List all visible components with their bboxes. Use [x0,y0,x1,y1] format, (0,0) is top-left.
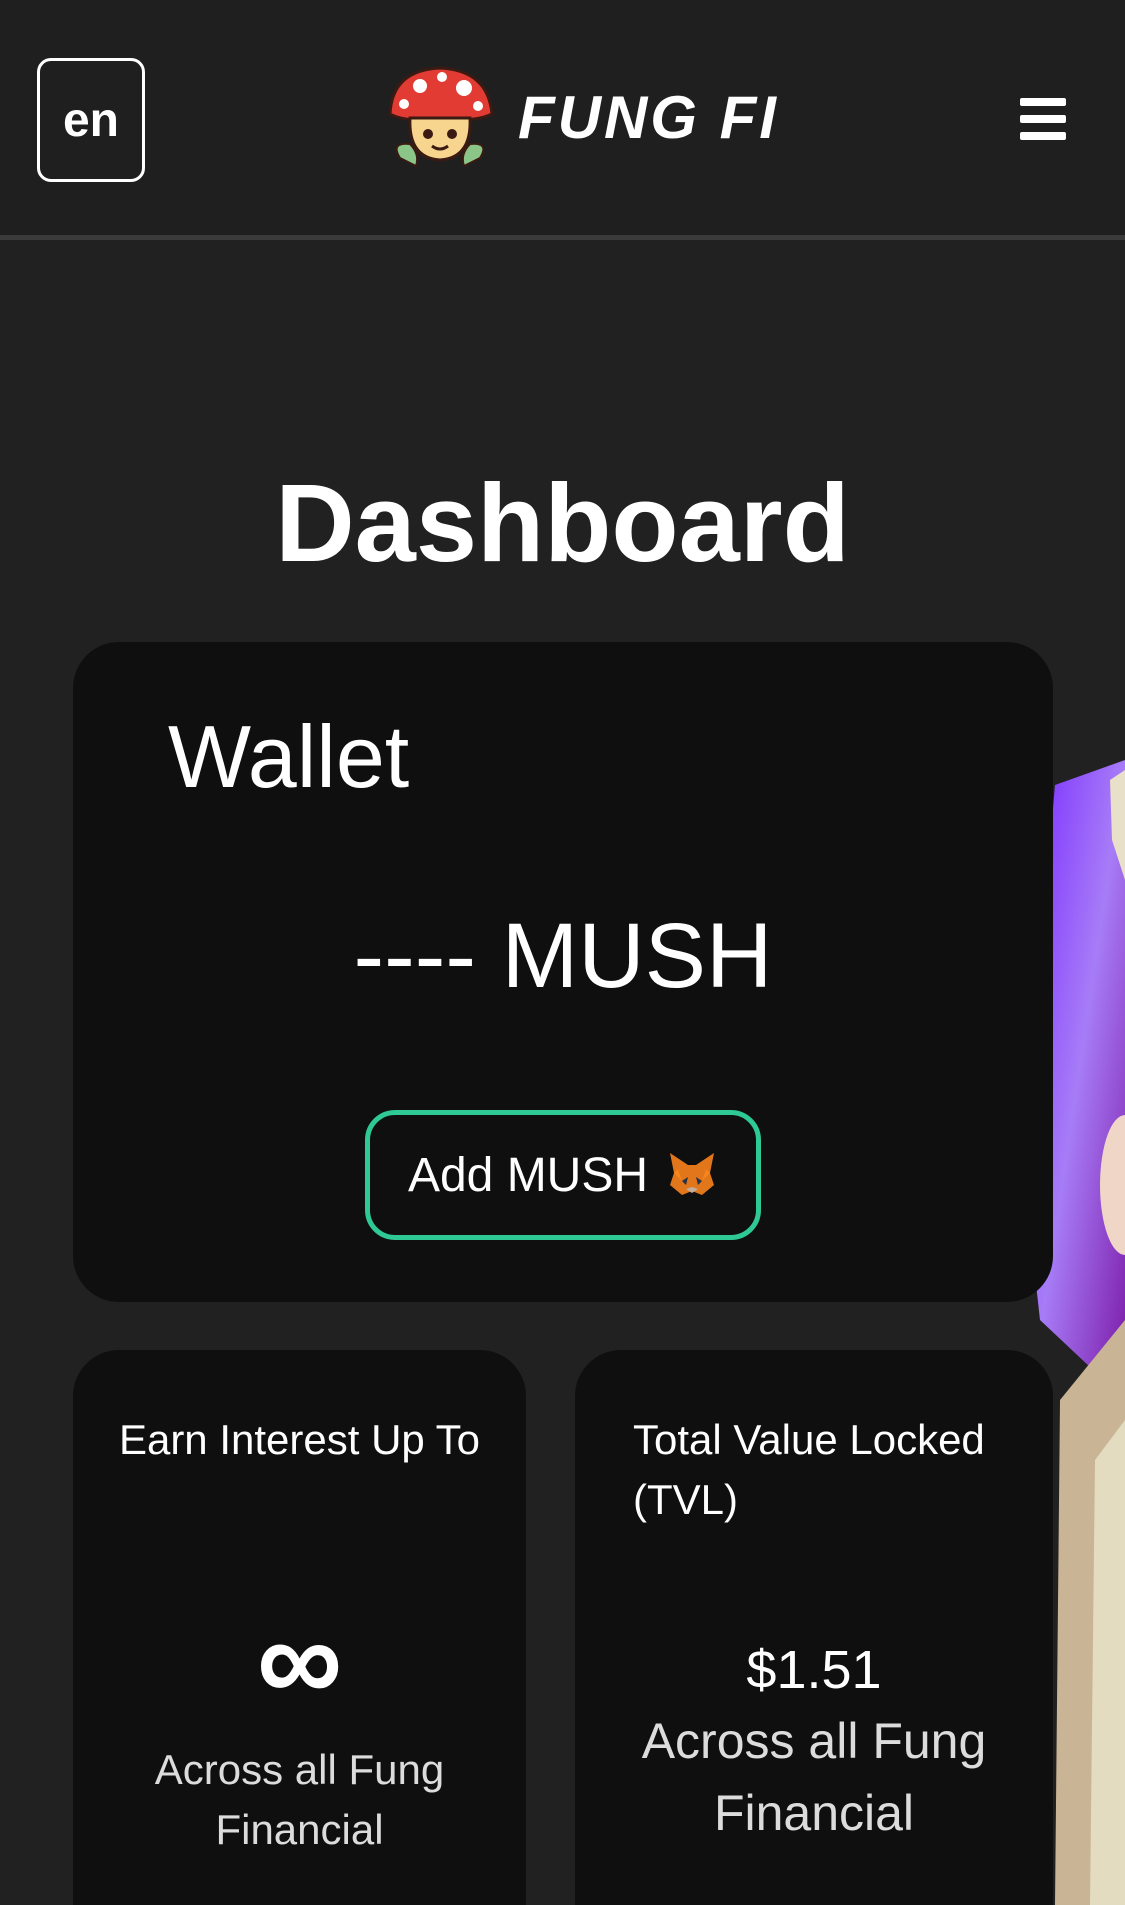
interest-stat-card: Earn Interest Up To ∞ Across all Fung Fi… [73,1350,526,1905]
interest-label: Earn Interest Up To [118,1416,481,1463]
page: en FUNG FI Dashboard Wallet ---- MUSH Ad… [0,0,1125,1905]
tvl-label: Total Value Locked (TVL) [633,1416,985,1523]
mushroom-mascot-icon [388,66,494,168]
top-nav-bar: en FUNG FI [0,0,1125,240]
tvl-stat-card: Total Value Locked (TVL) $1.51 Across al… [575,1350,1053,1905]
brand-logo-link[interactable]: FUNG FI [380,62,779,172]
wallet-card: Wallet ---- MUSH Add MUSH [73,642,1053,1302]
add-mush-label: Add MUSH [407,1148,649,1202]
add-mush-button[interactable]: Add MUSH [365,1110,761,1240]
language-selector-button[interactable]: en [37,58,145,182]
wallet-title: Wallet [168,707,410,806]
page-title: Dashboard [275,462,850,585]
tvl-subtext: Across all Fung Financial [641,1713,987,1841]
interest-subtext: Across all Fung Financial [154,1746,445,1853]
wallet-balance: ---- MUSH [353,905,773,1007]
interest-value: ∞ [256,1593,343,1727]
language-label: en [62,93,119,147]
hamburger-menu-icon[interactable] [1020,98,1066,140]
tvl-value: $1.51 [746,1640,882,1700]
brand-name: FUNG FI [518,83,779,151]
metamask-fox-icon [670,1153,715,1195]
